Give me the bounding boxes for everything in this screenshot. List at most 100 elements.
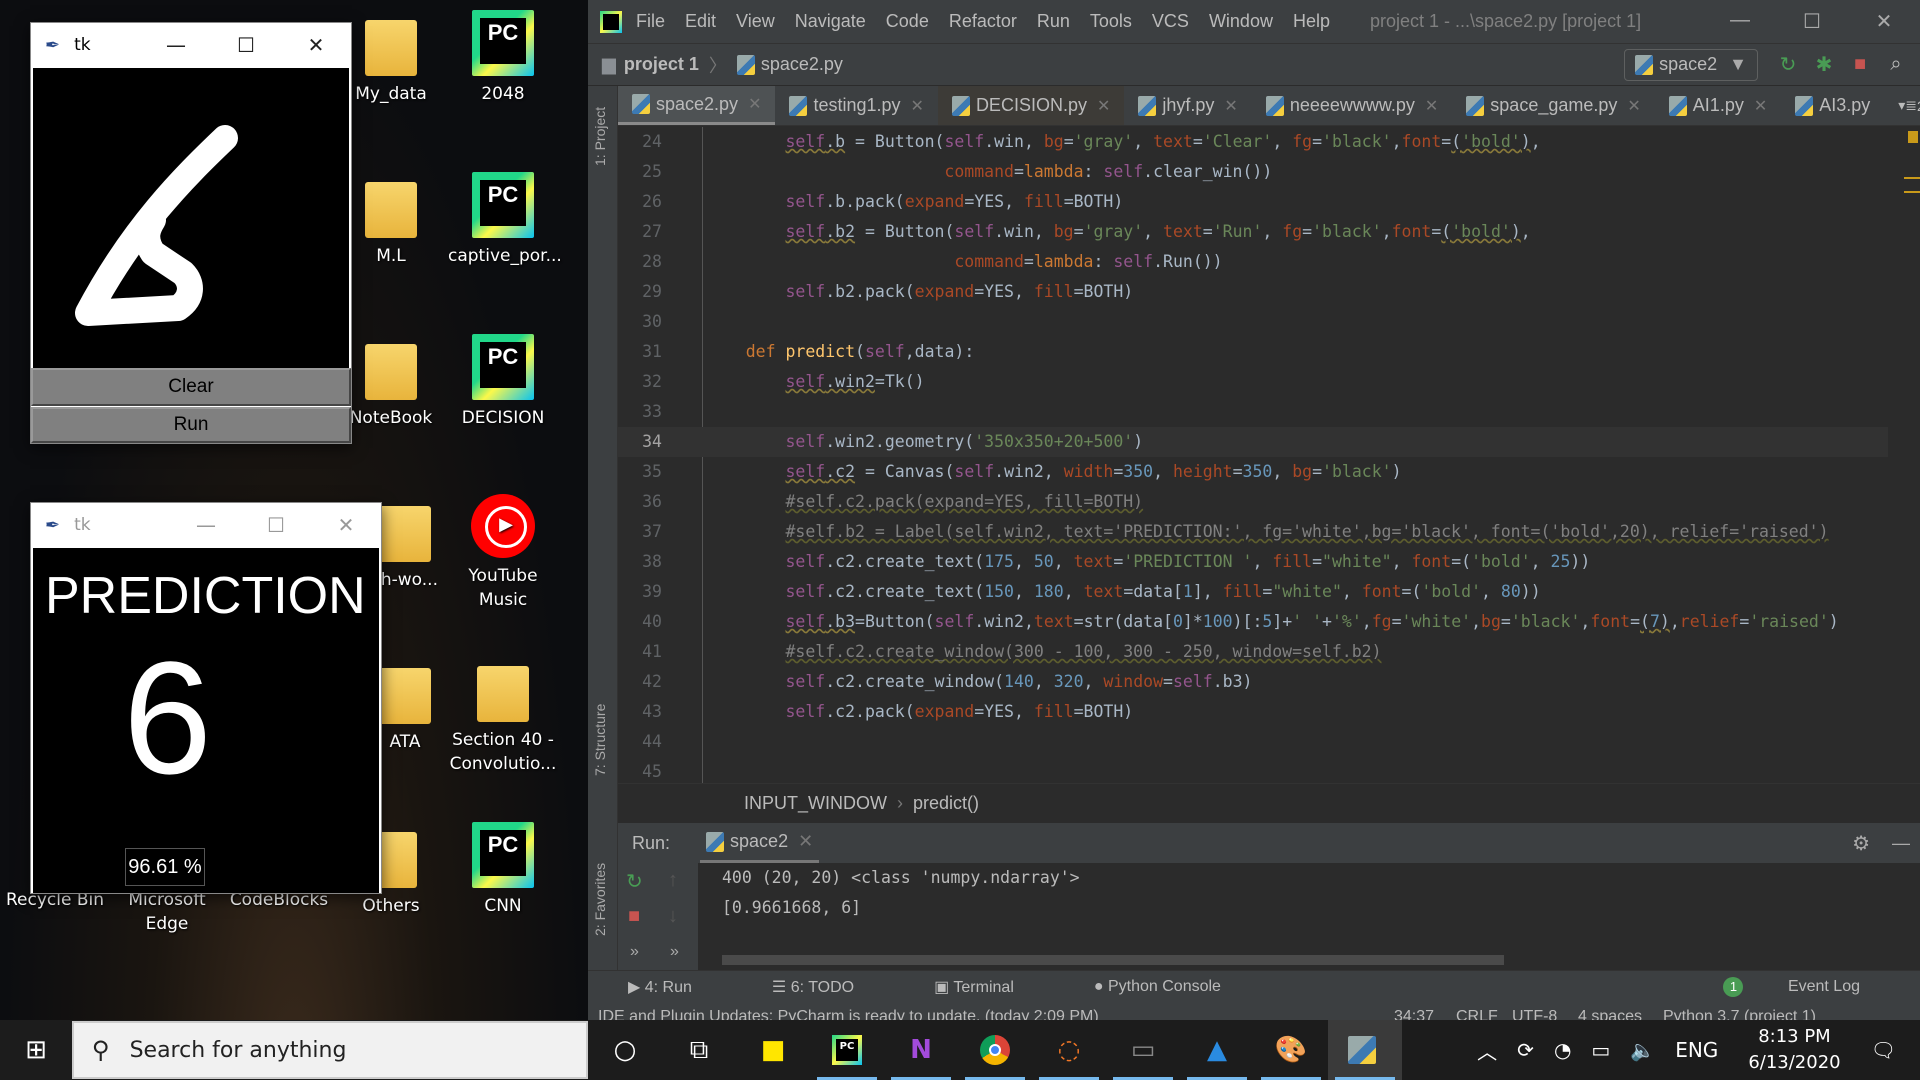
pycharm-taskbar-icon[interactable]: PC xyxy=(810,1020,884,1080)
project-tool-button[interactable]: 1: Project xyxy=(592,107,608,166)
code-line[interactable]: 33 xyxy=(618,397,1888,427)
menu-vcs[interactable]: VCS xyxy=(1152,11,1189,32)
close-tab-icon[interactable]: ✕ xyxy=(911,96,924,116)
breadcrumb-method[interactable]: predict() xyxy=(913,793,979,814)
desktop-icon-ml[interactable]: M.L xyxy=(336,176,446,268)
battery-icon[interactable]: ▭ xyxy=(1591,1038,1610,1062)
volume-icon[interactable]: 🔈 xyxy=(1630,1038,1655,1062)
settings-gear-icon[interactable]: ⚙ xyxy=(1852,831,1870,856)
sticky-notes-icon[interactable]: ■ xyxy=(736,1020,810,1080)
debug-icon[interactable]: ✱ xyxy=(1806,52,1842,77)
minimize-button[interactable]: — xyxy=(141,23,211,67)
code-line[interactable]: 32 self.win2=Tk() xyxy=(618,367,1888,397)
confidence-button[interactable]: 96.61 % xyxy=(125,848,205,886)
clear-button[interactable]: Clear xyxy=(31,368,351,406)
code-line[interactable]: 34 self.win2.geometry('350x350+20+500') xyxy=(618,427,1888,457)
desktop-icon-section-40[interactable]: Section 40 - Convolutio... xyxy=(448,660,558,776)
code-line[interactable]: 44 xyxy=(618,727,1888,757)
more-icon[interactable]: » xyxy=(670,943,679,961)
menu-edit[interactable]: Edit xyxy=(685,11,716,32)
line-separator[interactable]: CRLF xyxy=(1456,1002,1498,1020)
code-line[interactable]: 27 self.b2 = Button(self.win, bg='gray',… xyxy=(618,217,1888,247)
code-line[interactable]: 24 self.b = Button(self.win, bg='gray', … xyxy=(618,127,1888,157)
breadcrumb-file[interactable]: space2.py xyxy=(761,54,843,75)
wifi-icon[interactable]: ◔ xyxy=(1554,1038,1571,1062)
sync-icon[interactable]: ⟳ xyxy=(1517,1038,1534,1062)
todo-tool-button[interactable]: ☰ 6: TODO xyxy=(772,977,894,997)
stop-icon[interactable]: ■ xyxy=(1842,53,1878,76)
close-tab-icon[interactable]: ✕ xyxy=(1754,96,1767,116)
code-line[interactable]: 39 self.c2.create_text(150, 180, text=da… xyxy=(618,577,1888,607)
desktop-icon-my-data[interactable]: My_data xyxy=(336,14,446,106)
rerun-icon[interactable]: ↻ xyxy=(626,869,643,894)
tab-ai3[interactable]: AI3.py xyxy=(1781,86,1884,125)
close-tab-icon[interactable]: ✕ xyxy=(1627,96,1640,116)
tab-ai1[interactable]: AI1.py ✕ xyxy=(1655,86,1781,125)
photos-icon[interactable]: ▲ xyxy=(1180,1020,1254,1080)
favorites-tool-button[interactable]: 2: Favorites xyxy=(592,863,608,936)
code-line[interactable]: 28 command=lambda: self.Run()) xyxy=(618,247,1888,277)
desktop-icon-2048[interactable]: 2048 xyxy=(448,10,558,106)
scroll-down-icon[interactable]: ↓ xyxy=(668,905,678,928)
desktop-icon-notebook[interactable]: NoteBook xyxy=(336,338,446,430)
hide-panel-icon[interactable]: — xyxy=(1892,833,1910,854)
clock[interactable]: 8:13 PM 6/13/2020 xyxy=(1748,1024,1840,1076)
menu-window[interactable]: Window xyxy=(1209,11,1273,32)
terminal-tool-button[interactable]: ▣ Terminal xyxy=(934,977,1054,997)
caret-position[interactable]: 34:37 xyxy=(1394,1002,1434,1020)
tab-decision[interactable]: DECISION.py ✕ xyxy=(937,86,1125,125)
rerun-icon[interactable]: ↻ xyxy=(1770,52,1806,77)
start-button[interactable]: ⊞ xyxy=(0,1020,72,1080)
status-message[interactable]: IDE and Plugin Updates: PyCharm is ready… xyxy=(598,1008,1099,1020)
code-line[interactable]: 30 xyxy=(618,307,1888,337)
run-config-dropdown[interactable]: space2 ▼ xyxy=(1624,48,1758,81)
breadcrumb-project[interactable]: project 1 xyxy=(624,54,699,75)
tab-testing1[interactable]: testing1.py ✕ xyxy=(775,86,937,125)
run-button[interactable]: Run xyxy=(31,407,351,443)
desktop-icon-cnn[interactable]: CNN xyxy=(448,822,558,918)
close-tab-icon[interactable]: ✕ xyxy=(1224,96,1237,116)
chrome-icon[interactable] xyxy=(958,1020,1032,1080)
code-editor[interactable]: 24 self.b = Button(self.win, bg='gray', … xyxy=(618,127,1920,783)
menu-run[interactable]: Run xyxy=(1037,11,1070,32)
paint-icon[interactable]: 🎨 xyxy=(1254,1020,1328,1080)
indent-setting[interactable]: 4 spaces xyxy=(1578,1002,1642,1020)
taskbar-search[interactable]: ⚲ Search for anything xyxy=(72,1021,588,1079)
tab-space2[interactable]: space2.py ✕ xyxy=(618,86,776,125)
close-tab-icon[interactable]: ✕ xyxy=(748,94,761,114)
notifications-icon[interactable]: 🗨 xyxy=(1871,1038,1896,1062)
tab-neeeewwww[interactable]: neeeewwww.py ✕ xyxy=(1252,86,1452,125)
desktop-icon-edge[interactable]: Microsoft Edge xyxy=(112,888,222,936)
minimize-button[interactable]: — xyxy=(171,503,241,547)
search-icon[interactable]: ⌕ xyxy=(1878,53,1914,76)
code-line[interactable]: 36 #self.c2.pack(expand=YES, fill=BOTH) xyxy=(618,487,1888,517)
menu-navigate[interactable]: Navigate xyxy=(795,11,866,32)
interpreter[interactable]: Python 3.7 (project 1) xyxy=(1663,1002,1816,1020)
file-encoding[interactable]: UTF-8 xyxy=(1512,1002,1557,1020)
run-tab-space2[interactable]: space2 ✕ xyxy=(700,823,820,863)
tabs-overflow-button[interactable]: ▾≣2 xyxy=(1884,86,1920,125)
close-tab-icon[interactable]: ✕ xyxy=(1425,96,1438,116)
command-prompt-icon[interactable]: ▭ xyxy=(1106,1020,1180,1080)
close-tab-icon[interactable]: ✕ xyxy=(1097,96,1110,116)
minimize-button[interactable]: — xyxy=(1704,9,1776,34)
menu-refactor[interactable]: Refactor xyxy=(949,11,1017,32)
tab-jhyf[interactable]: jhyf.py ✕ xyxy=(1124,86,1251,125)
code-line[interactable]: 40 self.b3=Button(self.win2,text=str(dat… xyxy=(618,607,1888,637)
code-line[interactable]: 42 self.c2.create_window(140, 320, windo… xyxy=(618,667,1888,697)
desktop-icon-captive-portal[interactable]: captive_por... xyxy=(448,172,562,268)
maximize-button[interactable]: ☐ xyxy=(1776,9,1848,34)
console-output[interactable]: 400 (20, 20) <class 'numpy.ndarray'> [0.9… xyxy=(722,863,1080,923)
code-line[interactable]: 45 xyxy=(618,757,1888,783)
close-button[interactable]: ✕ xyxy=(281,23,351,67)
anaconda-icon[interactable]: ◌ xyxy=(1032,1020,1106,1080)
desktop-icon-decision[interactable]: DECISION xyxy=(448,334,558,430)
scroll-up-icon[interactable]: ↑ xyxy=(668,869,678,892)
maximize-button[interactable]: ☐ xyxy=(211,23,281,67)
horizontal-scrollbar[interactable] xyxy=(722,955,1504,965)
code-line[interactable]: 35 self.c2 = Canvas(self.win2, width=350… xyxy=(618,457,1888,487)
cortana-icon[interactable]: ○ xyxy=(588,1020,662,1080)
maximize-button[interactable]: ☐ xyxy=(241,503,311,547)
menu-help[interactable]: Help xyxy=(1293,11,1330,32)
code-line[interactable]: 38 self.c2.create_text(175, 50, text='PR… xyxy=(618,547,1888,577)
